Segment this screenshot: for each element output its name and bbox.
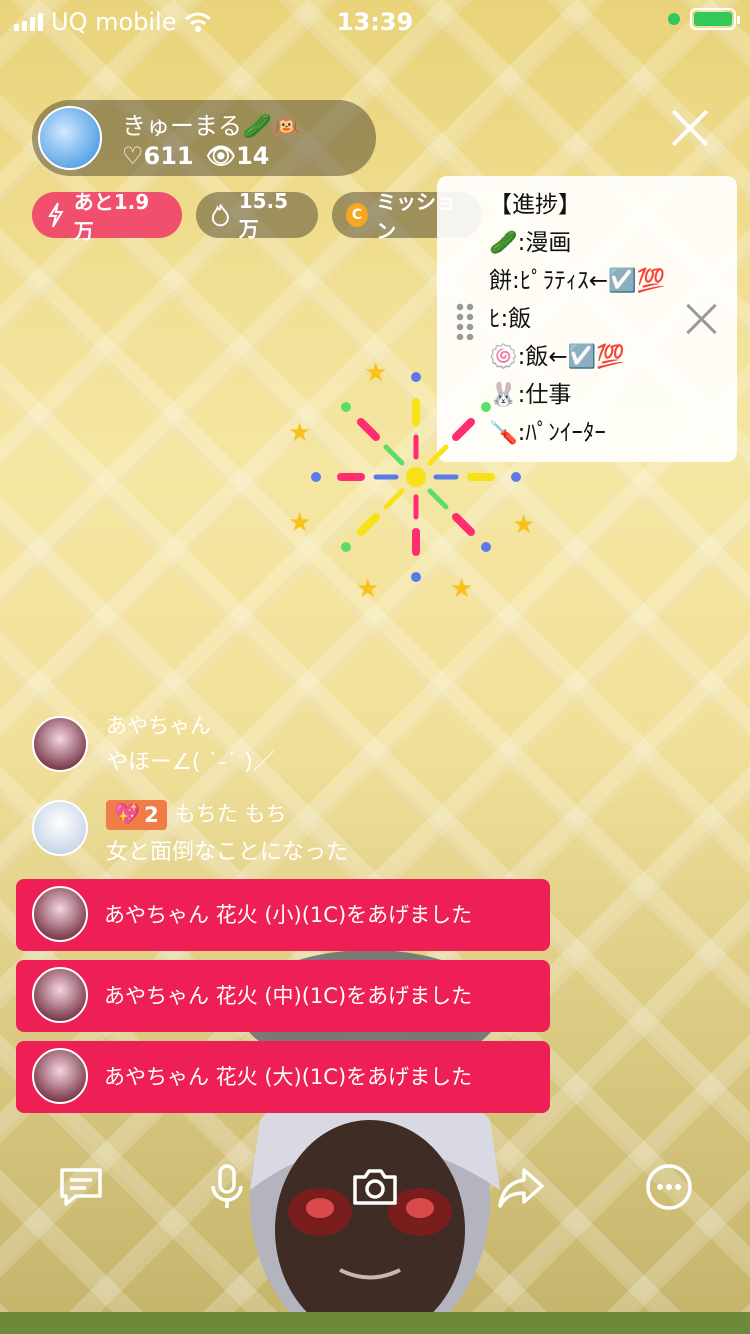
svg-text:★: ★: [288, 508, 311, 538]
clock: 13:39: [336, 8, 414, 36]
chat-username-row: 💖 2 もちた もち: [106, 798, 286, 830]
gift-text: あやちゃん 花火 (小)(1C)をあげました: [104, 903, 473, 927]
boost-text: あと1.9万: [73, 190, 150, 243]
chat-username[interactable]: あやちゃん: [106, 710, 211, 740]
points-pill[interactable]: 15.5万: [196, 189, 318, 241]
chat-text: やほー∠( ˙-˙ )／: [106, 750, 275, 775]
svg-text:★: ★: [364, 358, 387, 388]
camera-indicator-icon: [668, 13, 680, 25]
svg-text:★: ★: [450, 574, 473, 604]
chat-avatar[interactable]: [32, 716, 88, 772]
progress-line: 🥒:漫画: [489, 230, 572, 256]
progress-line: ﾋ:飯: [489, 306, 532, 332]
gift-avatar[interactable]: [32, 967, 88, 1023]
gift-text: あやちゃん 花火 (中)(1C)をあげました: [104, 984, 473, 1008]
chat-avatar[interactable]: [32, 800, 88, 856]
viewer-count: 👁14: [205, 142, 270, 170]
svg-text:★: ★: [356, 574, 379, 604]
firework-effect: ★ ★ ★ ★ ★ ★: [288, 358, 535, 604]
bottom-toolbar: [0, 1158, 750, 1218]
boost-pill[interactable]: あと1.9万: [32, 190, 182, 243]
host-info[interactable]: きゅーまる🥒🙉 ♡611 👁14: [32, 100, 376, 176]
gift-notification: あやちゃん 花火 (大)(1C)をあげました: [16, 1041, 550, 1113]
like-count: ♡611: [122, 142, 194, 170]
gift-text: あやちゃん 花火 (大)(1C)をあげました: [104, 1065, 473, 1089]
gift-notification: あやちゃん 花火 (小)(1C)をあげました: [16, 879, 550, 951]
battery-icon: [690, 8, 740, 30]
host-name: きゅーまる🥒🙉: [122, 112, 302, 140]
gift-avatar[interactable]: [32, 886, 88, 942]
chat-username[interactable]: もちた もち: [175, 802, 287, 826]
close-stream-icon[interactable]: [670, 108, 710, 148]
camera-icon[interactable]: [350, 1162, 400, 1212]
chat-text: 女と面倒なことになった: [106, 840, 349, 865]
heart-icon: 💖: [114, 802, 141, 826]
flame-icon: [211, 204, 229, 227]
progress-line: 餅:ﾋﾟﾗﾃｨｽ←☑️💯: [489, 268, 666, 294]
fan-badge: 💖 2: [106, 799, 167, 830]
svg-text:★: ★: [288, 418, 311, 448]
points-text: 15.5万: [238, 188, 289, 241]
host-avatar[interactable]: [38, 106, 102, 170]
gift-avatar[interactable]: [32, 1048, 88, 1104]
more-icon[interactable]: [644, 1162, 694, 1212]
gift-notification: あやちゃん 花火 (中)(1C)をあげました: [16, 960, 550, 1032]
ground-strip: [0, 1312, 750, 1334]
coin-icon: C: [346, 203, 369, 227]
mic-icon[interactable]: [202, 1162, 252, 1212]
drag-handle-icon[interactable]: [455, 302, 475, 340]
comment-icon[interactable]: [56, 1162, 106, 1212]
lightning-icon: [48, 202, 64, 228]
badge-level: 2: [144, 802, 159, 827]
share-icon[interactable]: [496, 1162, 546, 1212]
progress-line: 【進捗】: [489, 192, 581, 218]
status-bar: UQ mobile 13:39: [0, 0, 750, 44]
close-panel-icon[interactable]: [687, 304, 717, 334]
svg-text:★: ★: [512, 510, 535, 540]
